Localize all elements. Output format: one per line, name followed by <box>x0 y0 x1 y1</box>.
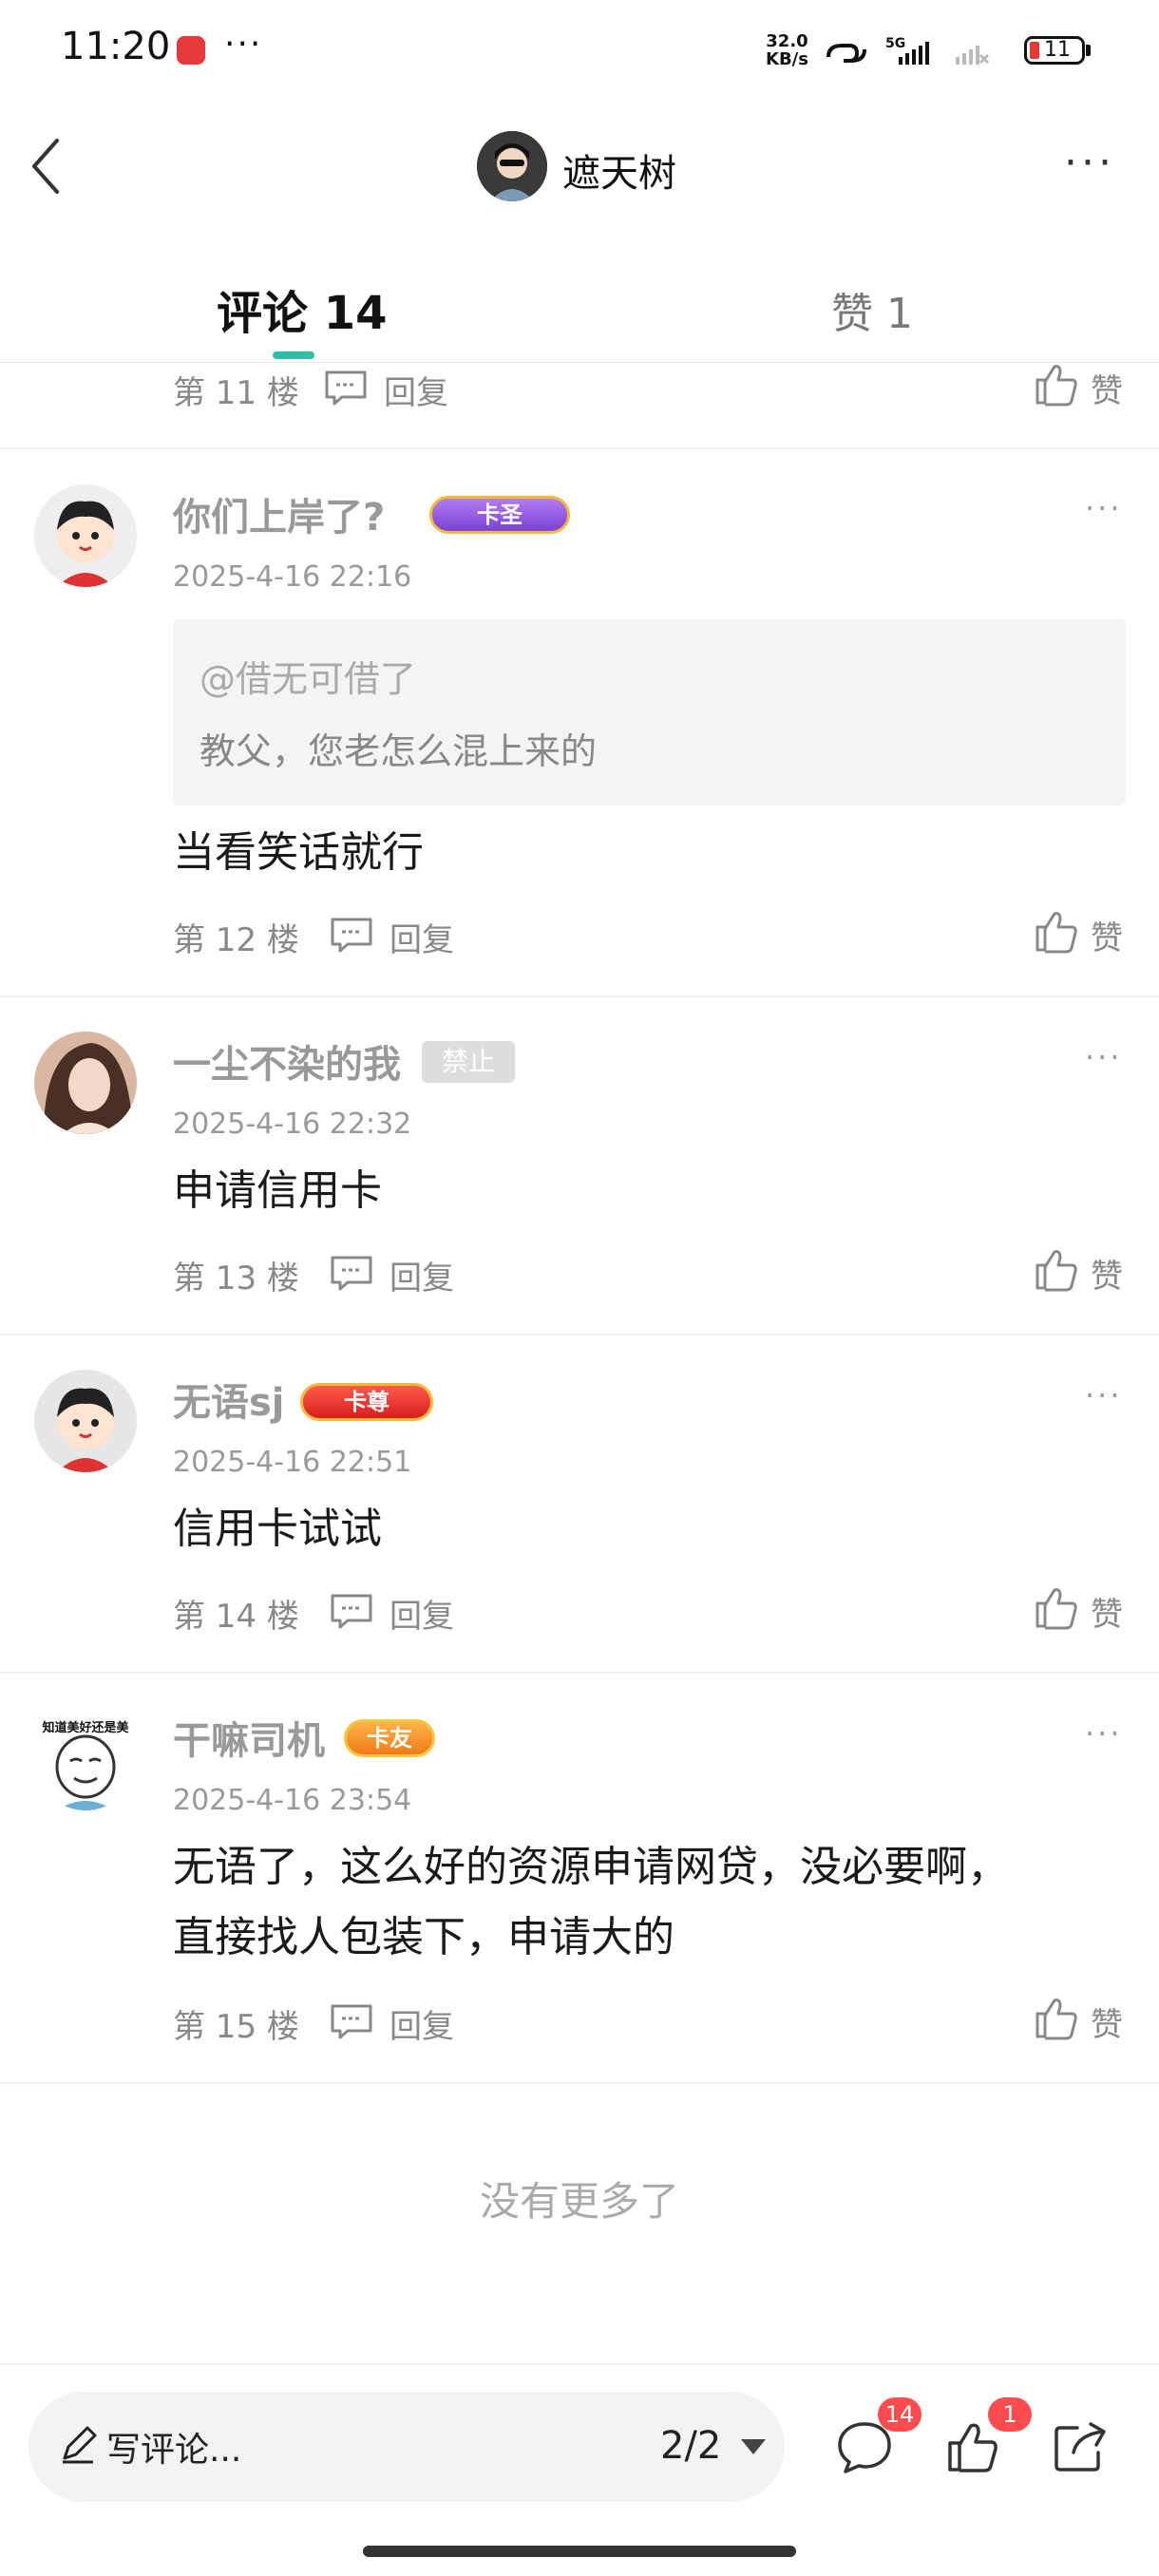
tabs-divider <box>0 362 1159 363</box>
comment-more-icon[interactable]: ··· <box>1085 1039 1123 1075</box>
status-more-icon: ··· <box>224 25 263 64</box>
chevron-down-icon[interactable] <box>741 2439 766 2454</box>
comment-more-icon[interactable]: ··· <box>1085 1377 1123 1413</box>
comment-username[interactable]: 你们上岸了? <box>173 486 385 541</box>
like-button[interactable]: 赞 <box>1091 912 1123 958</box>
reply-icon[interactable] <box>323 369 369 407</box>
level-badge: 卡圣 <box>429 496 570 534</box>
comment-more-icon[interactable]: ··· <box>1085 1715 1123 1752</box>
banned-tag: 禁止 <box>422 1041 515 1083</box>
level-badge: 卡友 <box>344 1719 435 1757</box>
back-icon[interactable] <box>27 133 65 199</box>
reply-button[interactable]: 回复 <box>390 1590 454 1637</box>
floor-number: 第 13 楼 <box>173 1260 299 1297</box>
comment-date: 2025-4-16 22:16 <box>173 560 412 594</box>
share-icon[interactable] <box>1053 2420 1108 2473</box>
reply-button[interactable]: 回复 <box>390 2000 454 2047</box>
reply-button[interactable]: 回复 <box>384 367 448 413</box>
home-indicator[interactable] <box>363 2546 796 2557</box>
comment-input-placeholder[interactable]: 写评论... <box>106 2422 241 2472</box>
like-button[interactable]: 赞 <box>1091 1588 1123 1635</box>
tab-active-indicator <box>273 351 314 359</box>
level-badge: 卡尊 <box>300 1383 433 1421</box>
thumb-up-icon[interactable] <box>1034 361 1077 407</box>
reply-icon[interactable] <box>329 1254 374 1292</box>
reply-icon[interactable] <box>329 1592 374 1630</box>
like-button[interactable]: 赞 <box>1091 1998 1123 2045</box>
comment-text-line-2: 直接找人包装下，申请大的 <box>173 1913 674 1961</box>
comment-text: 当看笑话就行 <box>173 828 424 877</box>
thumb-up-icon[interactable] <box>1034 908 1077 954</box>
battery-icon: 11 <box>1024 36 1085 65</box>
comment-divider <box>0 1334 1159 1335</box>
page-indicator[interactable]: 2/2 <box>660 2424 721 2468</box>
network-type: 5G <box>885 36 905 51</box>
signal-icon: 5G <box>826 36 990 65</box>
tab-comments[interactable]: 评论 14 <box>217 275 388 342</box>
reply-icon[interactable] <box>329 2002 374 2040</box>
comment-divider <box>0 1672 1159 1674</box>
floor-number: 第 11 楼 <box>173 374 299 412</box>
comment-more-icon[interactable]: ··· <box>1085 490 1123 526</box>
quoted-text: 教父，您老怎么混上来的 <box>200 730 598 772</box>
thumb-up-icon[interactable] <box>1034 1246 1077 1292</box>
more-options-icon[interactable]: ··· <box>1064 139 1115 187</box>
quoted-username[interactable]: @借无可借了 <box>200 650 416 702</box>
reply-icon[interactable] <box>329 916 374 954</box>
comment-username[interactable]: 一尘不染的我 <box>173 1033 401 1089</box>
floor-number: 第 12 楼 <box>173 921 299 959</box>
comment-username[interactable]: 无语sj <box>173 1372 285 1427</box>
floor-number: 第 15 楼 <box>173 2008 299 2046</box>
comment-divider <box>0 2082 1159 2084</box>
app-notification-icon <box>177 36 205 65</box>
comment-text-line-1: 无语了，这么好的资源申请网贷，没必要啊， <box>173 1843 1009 1891</box>
comment-text: 申请信用卡 <box>173 1166 382 1215</box>
no-more-text: 没有更多了 <box>479 2178 679 2225</box>
floor-number: 第 14 楼 <box>173 1598 299 1636</box>
comment-date: 2025-4-16 22:51 <box>173 1446 412 1479</box>
comment-date: 2025-4-16 22:32 <box>173 1108 412 1141</box>
reply-button[interactable]: 回复 <box>390 1252 454 1298</box>
status-bar: 11:20 ··· 32.0 KB/s 5G 11 <box>0 0 1159 104</box>
net-speed: 32.0 KB/s <box>766 32 808 68</box>
avatar[interactable] <box>34 1032 137 1134</box>
thumb-up-icon[interactable] <box>946 2420 998 2473</box>
comment-date: 2025-4-16 23:54 <box>173 1784 412 1817</box>
comment-username[interactable]: 干嘛司机 <box>173 1710 325 1765</box>
net-speed-unit: KB/s <box>766 49 808 69</box>
reply-button[interactable]: 回复 <box>390 914 454 960</box>
header-title: 遮天树 <box>562 152 676 196</box>
comment-divider <box>0 995 1159 997</box>
avatar-caption: 知道美好还是美 <box>42 1721 129 1735</box>
tab-likes[interactable]: 赞 1 <box>831 279 913 340</box>
thumb-up-icon[interactable] <box>1034 1584 1077 1630</box>
net-speed-value: 32.0 <box>766 31 808 51</box>
like-button[interactable]: 赞 <box>1091 1250 1123 1297</box>
header-avatar[interactable] <box>477 131 547 201</box>
quoted-reply[interactable] <box>173 619 1126 805</box>
like-button[interactable]: 赞 <box>1091 365 1123 411</box>
thumb-up-icon[interactable] <box>1034 1995 1077 2040</box>
comment-count-badge: 14 <box>878 2397 922 2432</box>
bottom-divider <box>0 2363 1159 2365</box>
avatar[interactable] <box>34 1370 137 1472</box>
comment-divider <box>0 447 1159 449</box>
comment-text: 信用卡试试 <box>173 1505 382 1553</box>
pencil-icon <box>63 2426 97 2464</box>
like-count-badge: 1 <box>988 2397 1032 2432</box>
avatar[interactable] <box>34 484 137 587</box>
battery-level: 11 <box>1044 38 1071 62</box>
status-time: 11:20 <box>61 25 171 68</box>
